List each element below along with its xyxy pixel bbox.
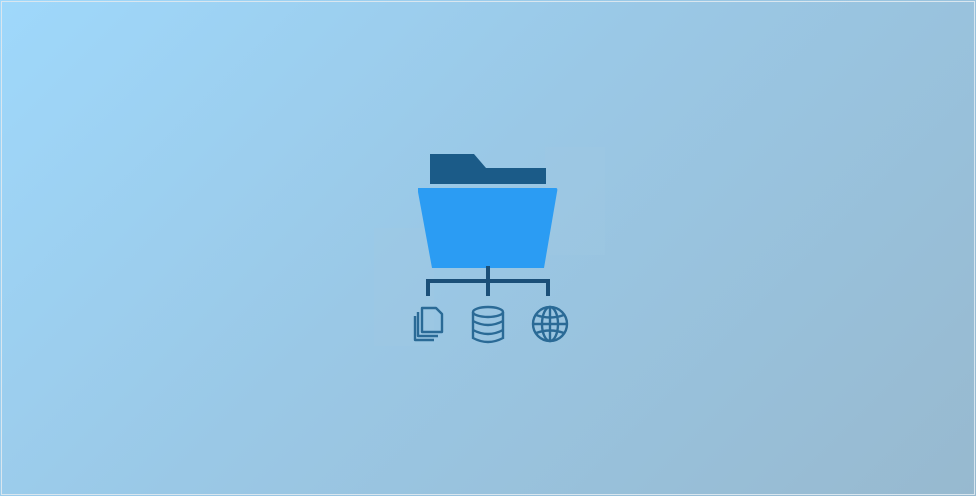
documents-icon: [413, 306, 444, 342]
hierarchy-svg: [413, 154, 569, 344]
folder-icon: [418, 154, 558, 268]
database-icon: [471, 305, 505, 344]
hierarchy-connector: [426, 266, 550, 296]
file-hierarchy-illustration: [404, 148, 584, 348]
globe-icon: [531, 305, 569, 343]
hero-banner: [0, 0, 976, 496]
